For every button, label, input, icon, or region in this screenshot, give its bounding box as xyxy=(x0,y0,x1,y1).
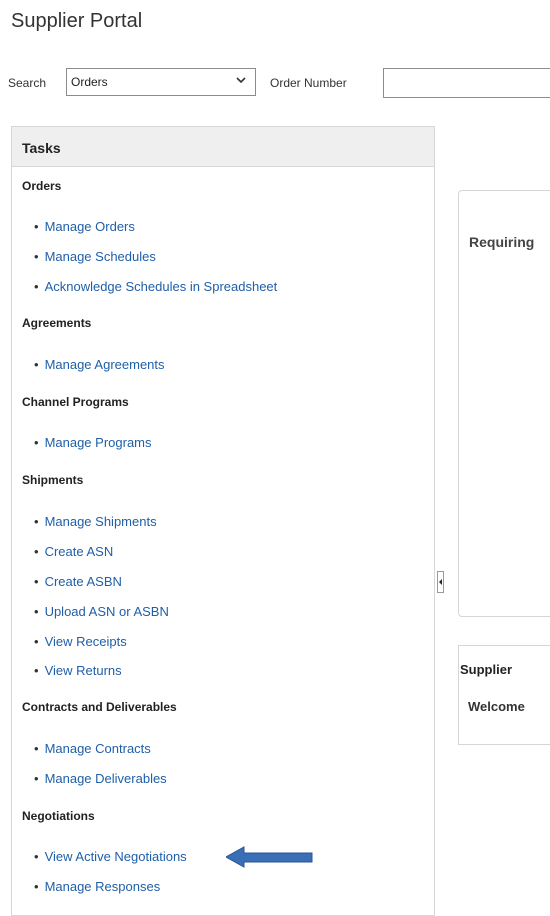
link-upload-asn-or-asbn[interactable]: Upload ASN or ASBN xyxy=(34,604,169,619)
search-bar: Search Orders Order Number xyxy=(0,68,550,98)
link-acknowledge-schedules[interactable]: Acknowledge Schedules in Spreadsheet xyxy=(34,279,278,294)
section-orders: Orders xyxy=(22,179,62,193)
section-negotiations: Negotiations xyxy=(22,809,95,823)
order-number-input[interactable] xyxy=(383,68,550,98)
link-manage-responses[interactable]: Manage Responses xyxy=(34,879,161,894)
link-manage-orders[interactable]: Manage Orders xyxy=(34,219,135,234)
requiring-panel-title: Requiring xyxy=(469,234,535,250)
link-manage-shipments[interactable]: Manage Shipments xyxy=(34,514,157,529)
link-manage-schedules[interactable]: Manage Schedules xyxy=(34,249,156,264)
order-number-label: Order Number xyxy=(270,76,347,90)
link-create-asn[interactable]: Create ASN xyxy=(34,544,114,559)
tasks-header: Tasks xyxy=(12,127,434,167)
link-manage-agreements[interactable]: Manage Agreements xyxy=(34,357,165,372)
search-type-select[interactable]: Orders xyxy=(66,68,256,96)
section-channel-programs: Channel Programs xyxy=(22,395,129,409)
search-label: Search xyxy=(8,76,47,90)
supplier-news-panel: Supplier Welcome xyxy=(458,645,550,745)
section-agreements: Agreements xyxy=(22,316,92,330)
link-view-receipts[interactable]: View Receipts xyxy=(34,634,127,649)
collapse-panel-handle[interactable] xyxy=(437,571,444,593)
link-view-active-negotiations[interactable]: View Active Negotiations xyxy=(34,849,187,864)
requiring-attention-panel: Requiring xyxy=(458,190,550,617)
supplier-panel-title: Supplier xyxy=(460,662,513,677)
link-view-returns[interactable]: View Returns xyxy=(34,663,122,678)
link-manage-deliverables[interactable]: Manage Deliverables xyxy=(34,771,167,786)
arrow-left-icon xyxy=(226,846,313,868)
chevron-down-icon xyxy=(236,77,246,84)
link-manage-programs[interactable]: Manage Programs xyxy=(34,435,152,450)
collapse-left-icon xyxy=(439,579,442,585)
section-contracts-deliverables: Contracts and Deliverables xyxy=(22,700,177,714)
section-shipments: Shipments xyxy=(22,473,84,487)
link-create-asbn[interactable]: Create ASBN xyxy=(34,574,122,589)
tasks-panel: Tasks Orders Manage Orders Manage Schedu… xyxy=(11,126,435,916)
page-title: Supplier Portal xyxy=(11,10,143,32)
welcome-text: Welcome xyxy=(468,699,525,714)
search-type-value: Orders xyxy=(71,75,108,89)
link-manage-contracts[interactable]: Manage Contracts xyxy=(34,741,151,756)
